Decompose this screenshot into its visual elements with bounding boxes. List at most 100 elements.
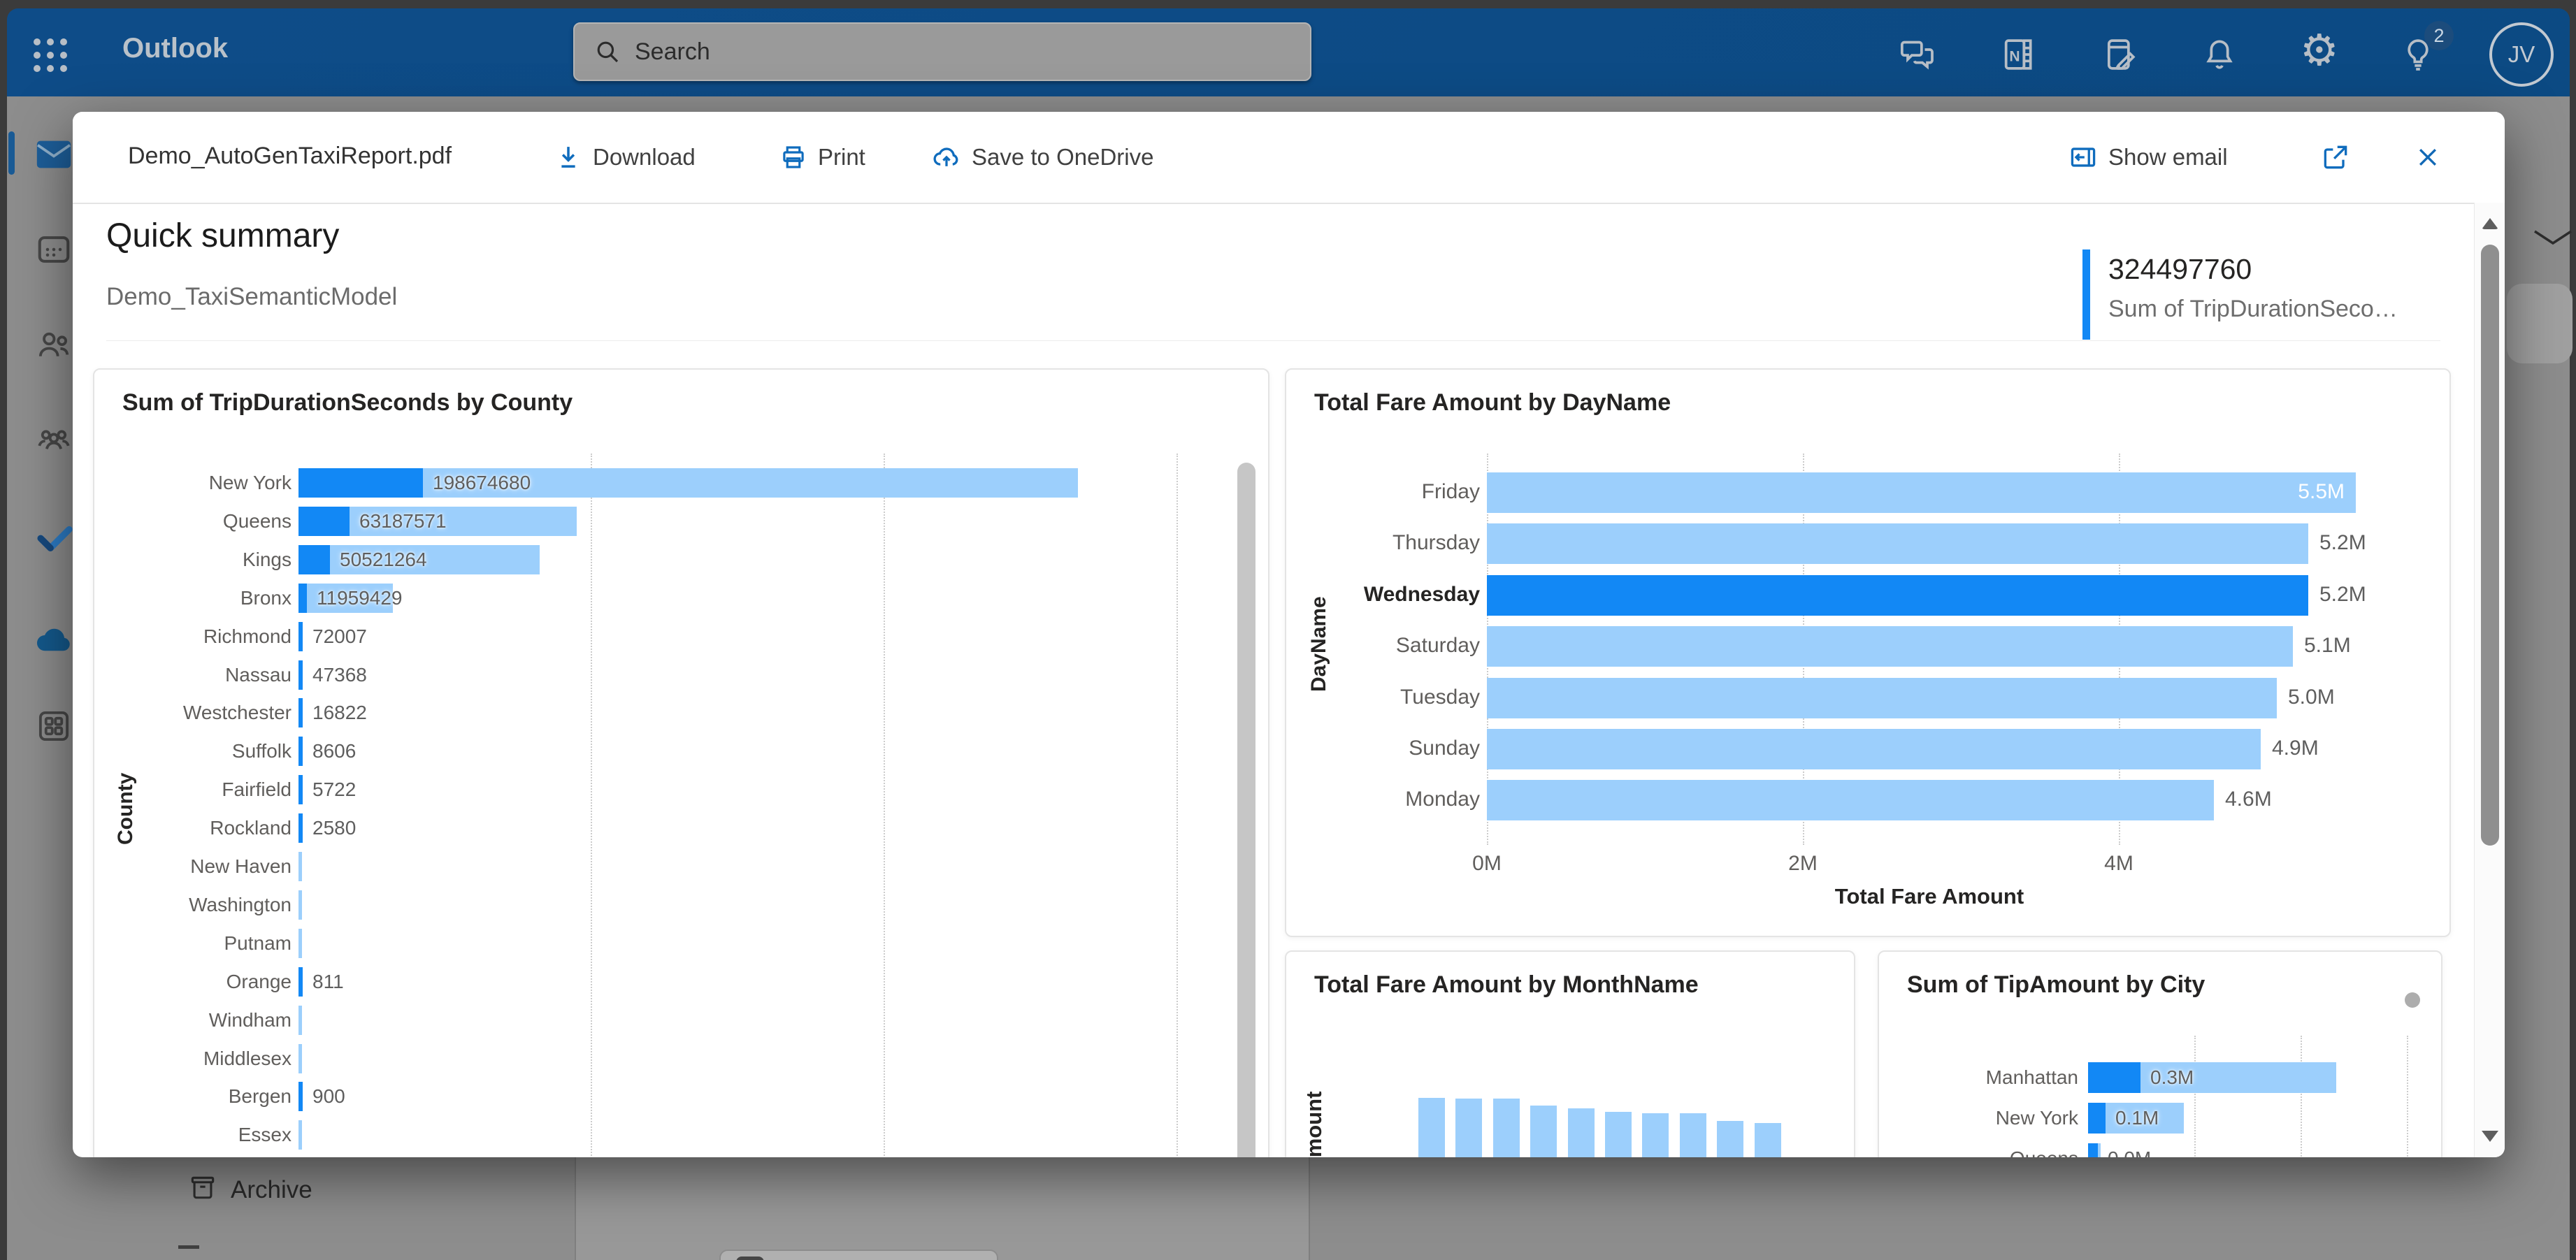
bell-icon[interactable] xyxy=(2200,35,2239,74)
attachment-file-icon xyxy=(736,1257,764,1260)
bar-total xyxy=(1487,780,2214,820)
onedrive-icon[interactable] xyxy=(32,619,75,662)
cloud-upload-icon xyxy=(931,142,962,173)
print-button[interactable]: Print xyxy=(779,112,865,203)
data-label: 47368 xyxy=(312,664,367,686)
kpi-value: 324497760 xyxy=(2108,253,2252,286)
dialog-scrollbar[interactable] xyxy=(2474,203,2505,1157)
y-axis-label: New Haven xyxy=(94,855,292,878)
bar-highlighted xyxy=(298,813,303,843)
groups-icon[interactable] xyxy=(35,421,73,459)
collapse-chevron-icon[interactable] xyxy=(2532,228,2574,249)
kpi-label: Sum of TripDurationSeco… xyxy=(2108,296,2398,323)
tipamount-chart-plot: Manhattan0.3MNew York0.1MQueens0.0M xyxy=(1879,952,2441,1157)
x-tick: 0M xyxy=(1472,852,1502,876)
y-axis-label: Essex xyxy=(94,1124,292,1146)
data-label: 72007 xyxy=(312,625,367,648)
bar xyxy=(1605,1112,1632,1157)
bar-highlighted xyxy=(298,967,303,997)
bar-highlighted xyxy=(298,622,303,651)
y-axis-label: Friday xyxy=(1286,481,1480,503)
bar xyxy=(1455,1099,1482,1157)
mail-icon[interactable] xyxy=(34,134,74,175)
scroll-up-arrow[interactable] xyxy=(2482,218,2498,229)
apps-icon[interactable] xyxy=(35,707,73,745)
bar-total xyxy=(1487,678,2277,718)
gridline xyxy=(1177,454,1178,1157)
gridline xyxy=(2407,1036,2408,1157)
bar-highlighted xyxy=(2088,1062,2140,1093)
data-label: 0.1M xyxy=(2115,1107,2159,1129)
bar-highlighted xyxy=(298,507,350,536)
bar-total xyxy=(1487,626,2293,667)
chart-card-monthname: Total Fare Amount by MonthName Total Far… xyxy=(1285,950,1855,1157)
y-axis-label: Saturday xyxy=(1286,635,1480,657)
data-label: 4.9M xyxy=(2272,737,2319,760)
bar xyxy=(1680,1113,1706,1157)
y-axis-label: Suffolk xyxy=(94,740,292,762)
attachment-card-partial[interactable] xyxy=(719,1250,998,1260)
outlook-topbar: Outlook Search N ⚙ 2 JV xyxy=(7,8,2570,96)
search-placeholder: Search xyxy=(635,38,710,66)
county-chart-plot: New York198674680Queens63187571Kings5052… xyxy=(94,370,1268,1157)
email-list-pane: Microsoft Power BI xyxy=(575,1150,1310,1260)
folder-archive[interactable]: Archive xyxy=(231,1176,312,1204)
x-tick: 2M xyxy=(1788,852,1818,876)
save-to-onedrive-label: Save to OneDrive xyxy=(972,144,1153,171)
y-axis-label: Westchester xyxy=(94,702,292,724)
kpi-accent-bar xyxy=(2082,249,2090,340)
y-axis-label: Middlesex xyxy=(94,1048,292,1070)
data-label: 5.1M xyxy=(2304,635,2351,657)
search-input[interactable]: Search xyxy=(573,22,1311,81)
data-label: 50521264 xyxy=(340,549,427,571)
open-in-new-icon xyxy=(2320,142,2351,173)
onenote-icon[interactable]: N xyxy=(1998,35,2037,74)
y-axis-label: Thursday xyxy=(1286,532,1480,554)
download-button[interactable]: Download xyxy=(554,112,696,203)
rail-selection-indicator xyxy=(8,131,15,175)
data-label: 198674680 xyxy=(433,472,531,494)
bar-highlighted xyxy=(2088,1103,2106,1134)
chat-icon[interactable] xyxy=(1898,35,1937,74)
open-in-new-window-button[interactable] xyxy=(2320,112,2351,203)
data-label: 5.0M xyxy=(2288,686,2335,709)
bar xyxy=(1717,1121,1743,1157)
y-axis-label: Windham xyxy=(94,1009,292,1031)
x-axis-title: Total Fare Amount xyxy=(1835,884,2024,909)
bar-total xyxy=(1487,729,2261,769)
bar-total xyxy=(298,852,302,881)
bar-selected xyxy=(1487,575,2308,616)
pdf-preview-dialog: Demo_AutoGenTaxiReport.pdf Download Prin… xyxy=(73,112,2505,1157)
data-label: 2580 xyxy=(312,817,356,839)
bar-highlighted xyxy=(298,660,303,690)
bar-total xyxy=(298,1006,302,1035)
todo-icon[interactable] xyxy=(35,517,74,556)
save-to-onedrive-button[interactable]: Save to OneDrive xyxy=(931,112,1153,203)
y-axis-label: Manhattan xyxy=(1879,1066,2078,1089)
bar-highlighted xyxy=(298,1082,303,1111)
dayname-chart-plot: Friday5.5MThursday5.2MWednesday5.2MSatur… xyxy=(1286,370,2449,936)
close-button[interactable] xyxy=(2414,112,2442,203)
show-email-button[interactable]: Show email xyxy=(2068,112,2228,203)
bar-highlighted xyxy=(298,775,303,804)
app-launcher-icon[interactable] xyxy=(34,38,67,72)
gridline xyxy=(2301,1036,2302,1157)
people-icon[interactable] xyxy=(35,326,73,364)
data-label: 5.2M xyxy=(2319,584,2366,606)
bar xyxy=(1530,1106,1557,1157)
archive-icon[interactable] xyxy=(187,1173,218,1203)
scrollbar-thumb[interactable] xyxy=(2481,245,2499,846)
chart-card-county: Sum of TripDurationSeconds by County Cou… xyxy=(93,368,1269,1157)
bar xyxy=(1642,1113,1669,1157)
data-label: 63187571 xyxy=(359,510,447,533)
bar xyxy=(1755,1123,1781,1157)
scroll-down-arrow[interactable] xyxy=(2482,1131,2498,1142)
report-title: Quick summary xyxy=(106,217,339,255)
calendar-icon[interactable] xyxy=(35,231,73,268)
gear-icon[interactable]: ⚙ xyxy=(2300,29,2339,73)
chart-scrollbar xyxy=(2405,992,2420,1008)
download-label: Download xyxy=(593,144,696,171)
avatar[interactable]: JV xyxy=(2489,22,2554,87)
notes-icon[interactable] xyxy=(2100,35,2139,74)
y-axis-label: Nassau xyxy=(94,664,292,686)
